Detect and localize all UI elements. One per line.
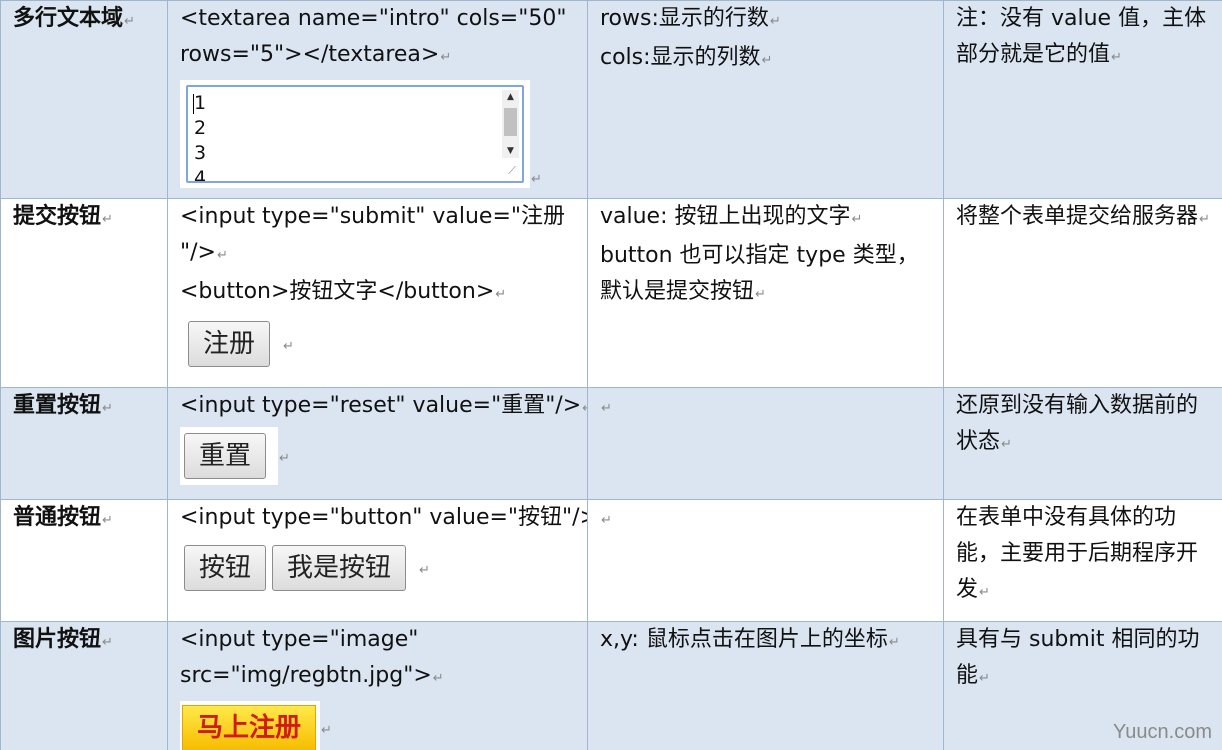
code-line: src="img/regbtn.jpg"> [180,663,432,688]
attrs-cell: x,y: 鼠标点击在图片上的坐标↵ [587,621,944,750]
code-line: <button>按钮文字</button> [180,279,495,304]
textarea-line: 4 [194,167,207,183]
resize-grip-icon[interactable]: ⟋ [505,164,519,178]
table-row: 多行文本域↵ <textarea name="intro" cols="50" … [0,0,1222,199]
note-cell: 还原到没有输入数据前的状态↵ [943,387,1222,500]
note-cell: 在表单中没有具体的功能，主要用于后期程序开发↵ [943,499,1222,622]
register-image-button[interactable]: 马上注册 [182,705,317,750]
note-cell: 注：没有 value 值，主体部分就是它的值↵ [943,0,1222,199]
attr-text: rows:显示的行数 [600,6,769,31]
reset-button[interactable]: 重置 [184,433,267,479]
textarea-line: 1 [194,92,207,114]
row-label: 提交按钮 [13,204,102,229]
code-line: <input type="submit" value="注册 [180,204,566,229]
row-label: 多行文本域 [13,6,124,31]
scrollbar-thumb[interactable] [504,108,517,136]
attr-text: x,y: 鼠标点击在图片上的坐标 [600,627,888,652]
attrs-cell: rows:显示的行数↵ cols:显示的列数↵ [587,0,944,199]
i-am-button[interactable]: 我是按钮 [272,545,407,591]
code-line: rows="5"></textarea> [180,42,440,67]
form-elements-table: 多行文本域↵ <textarea name="intro" cols="50" … [0,0,1222,750]
document-page: 多行文本域↵ <textarea name="intro" cols="50" … [0,0,1222,750]
plain-button[interactable]: 按钮 [184,545,267,591]
code-cell: <input type="submit" value="注册 "/>↵ <but… [167,198,588,388]
row-label-cell: 提交按钮↵ [0,198,168,388]
note-text: 具有与 submit 相同的功能 [956,627,1200,688]
button-demo: 马上注册 [180,701,321,750]
row-label-cell: 多行文本域↵ [0,0,168,199]
textarea-demo: 1 2 3 4 ▲ ▼ ⟋ [180,80,530,188]
note-text: 在表单中没有具体的功能，主要用于后期程序开发 [956,505,1199,602]
table-row: 图片按钮↵ <input type="image" src="img/regbt… [0,621,1222,750]
register-submit-button[interactable]: 注册 [188,321,271,367]
table-row: 提交按钮↵ <input type="submit" value="注册 "/>… [0,198,1222,388]
table-row: 重置按钮↵ <input type="reset" value="重置"/>↵ … [0,387,1222,500]
attrs-cell: ↵ [587,387,944,500]
textarea-line: 3 [194,142,207,164]
code-cell: <textarea name="intro" cols="50" rows="5… [167,0,588,199]
code-line: "/> [180,240,216,265]
site-watermark: Yuucn.com [1113,721,1212,743]
attr-text: cols:显示的列数 [600,45,761,70]
button-demo: 按钮 我是按钮 [180,539,419,597]
code-cell: <input type="reset" value="重置"/>↵ 重置 ↵ [167,387,588,500]
attrs-cell: value: 按钮上出现的文字↵ button 也可以指定 type 类型，默认… [587,198,944,388]
scroll-down-icon[interactable]: ▼ [502,144,519,158]
code-cell: <input type="button" value="按钮"/>↵ 按钮我是按… [167,499,588,622]
textarea-input[interactable]: 1 2 3 4 ▲ ▼ ⟋ [186,85,524,183]
textarea-content: 1 2 3 4 [194,91,207,183]
note-text: 注：没有 value 值，主体部分就是它的值 [956,6,1207,67]
scroll-up-icon[interactable]: ▲ [502,90,519,104]
row-label-cell: 图片按钮↵ [0,621,168,750]
note-text: 还原到没有输入数据前的状态 [956,393,1199,454]
note-text: 将整个表单提交给服务器 [956,204,1199,229]
button-demo: 注册 [180,315,283,373]
code-line: <input type="reset" value="重置"/> [180,393,582,418]
row-label: 普通按钮 [13,505,102,530]
table-row: 普通按钮↵ <input type="button" value="按钮"/>↵… [0,499,1222,622]
textarea-line: 2 [194,117,207,139]
row-label-cell: 重置按钮↵ [0,387,168,500]
code-cell: <input type="image" src="img/regbtn.jpg"… [167,621,588,750]
code-line: <input type="button" value="按钮"/> [180,505,588,530]
attrs-cell: ↵ [587,499,944,622]
code-line: <input type="image" [180,627,419,652]
note-cell: 将整个表单提交给服务器↵ [943,198,1222,388]
textarea-scrollbar[interactable]: ▲ ▼ [502,90,519,158]
row-label-cell: 普通按钮↵ [0,499,168,622]
row-label: 重置按钮 [13,393,102,418]
row-label: 图片按钮 [13,627,102,652]
attr-text: value: 按钮上出现的文字 [600,204,851,229]
code-line: <textarea name="intro" cols="50" [180,6,567,31]
button-demo: 重置 [180,427,279,485]
